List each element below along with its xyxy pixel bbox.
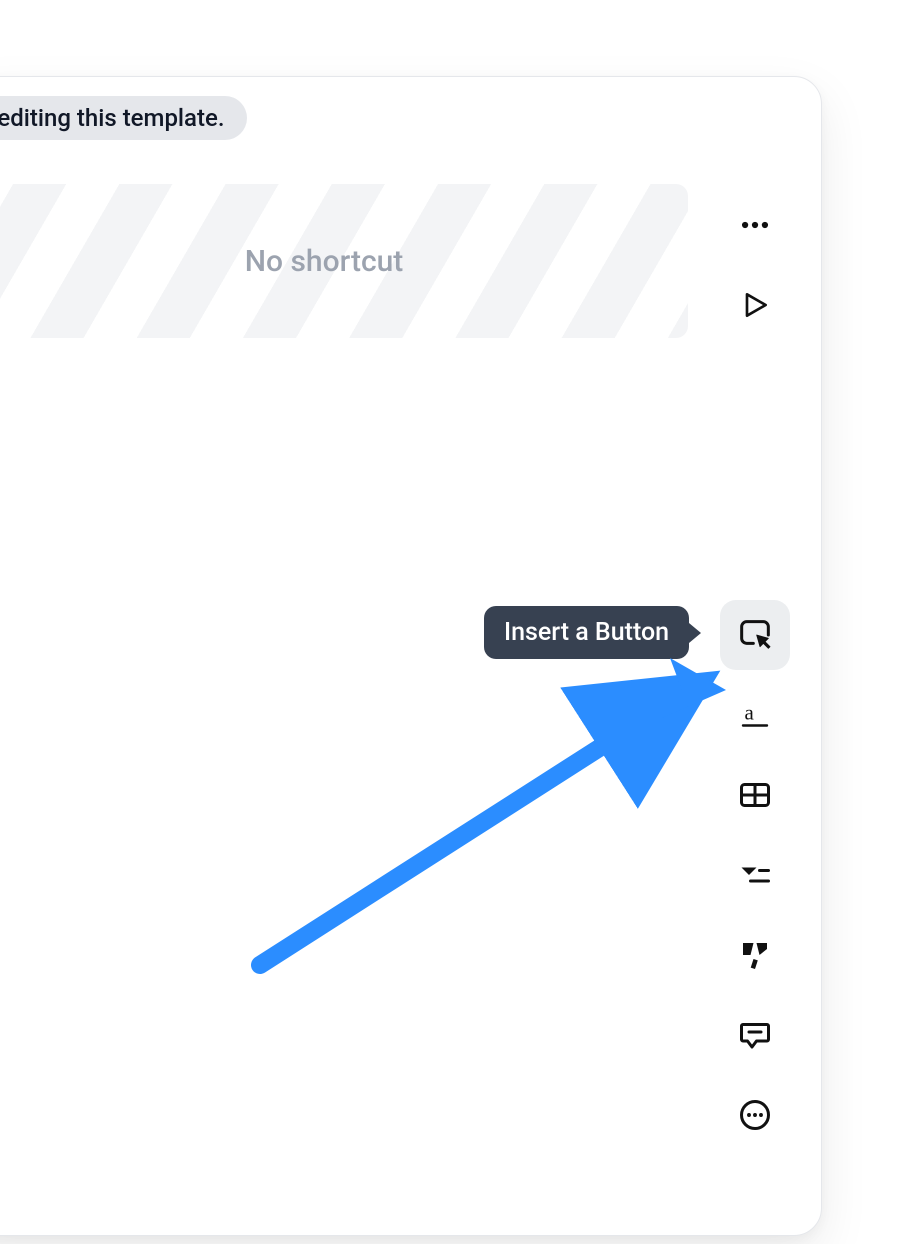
insert-table-button[interactable] (720, 760, 790, 830)
text-style-icon: a (737, 697, 773, 733)
play-icon (739, 289, 771, 321)
tooltip-text: Insert a Button (504, 618, 669, 647)
comment-button[interactable] (720, 1000, 790, 1070)
shortcut-placeholder: No shortcut (245, 244, 404, 279)
tooltip: Insert a Button (484, 606, 689, 659)
insert-button-button[interactable] (720, 600, 790, 670)
template-editing-status-pill: ow editing this template. (0, 96, 247, 140)
format-button[interactable] (720, 920, 790, 990)
format-icon (737, 937, 773, 973)
more-insert-button[interactable] (720, 1080, 790, 1150)
insert-select-button[interactable] (720, 840, 790, 910)
shortcut-slot[interactable]: No shortcut (0, 184, 688, 338)
more-circle-icon (737, 1097, 773, 1133)
comment-icon (737, 1017, 773, 1053)
svg-text:a: a (745, 701, 755, 725)
select-icon (737, 857, 773, 893)
more-horizontal-icon (738, 208, 772, 242)
button-click-icon (735, 615, 775, 655)
run-button[interactable] (720, 270, 790, 340)
status-pill-text: ow editing this template. (0, 104, 225, 132)
table-icon (737, 777, 773, 813)
text-style-button[interactable]: a (720, 680, 790, 750)
more-options-button[interactable] (720, 190, 790, 260)
